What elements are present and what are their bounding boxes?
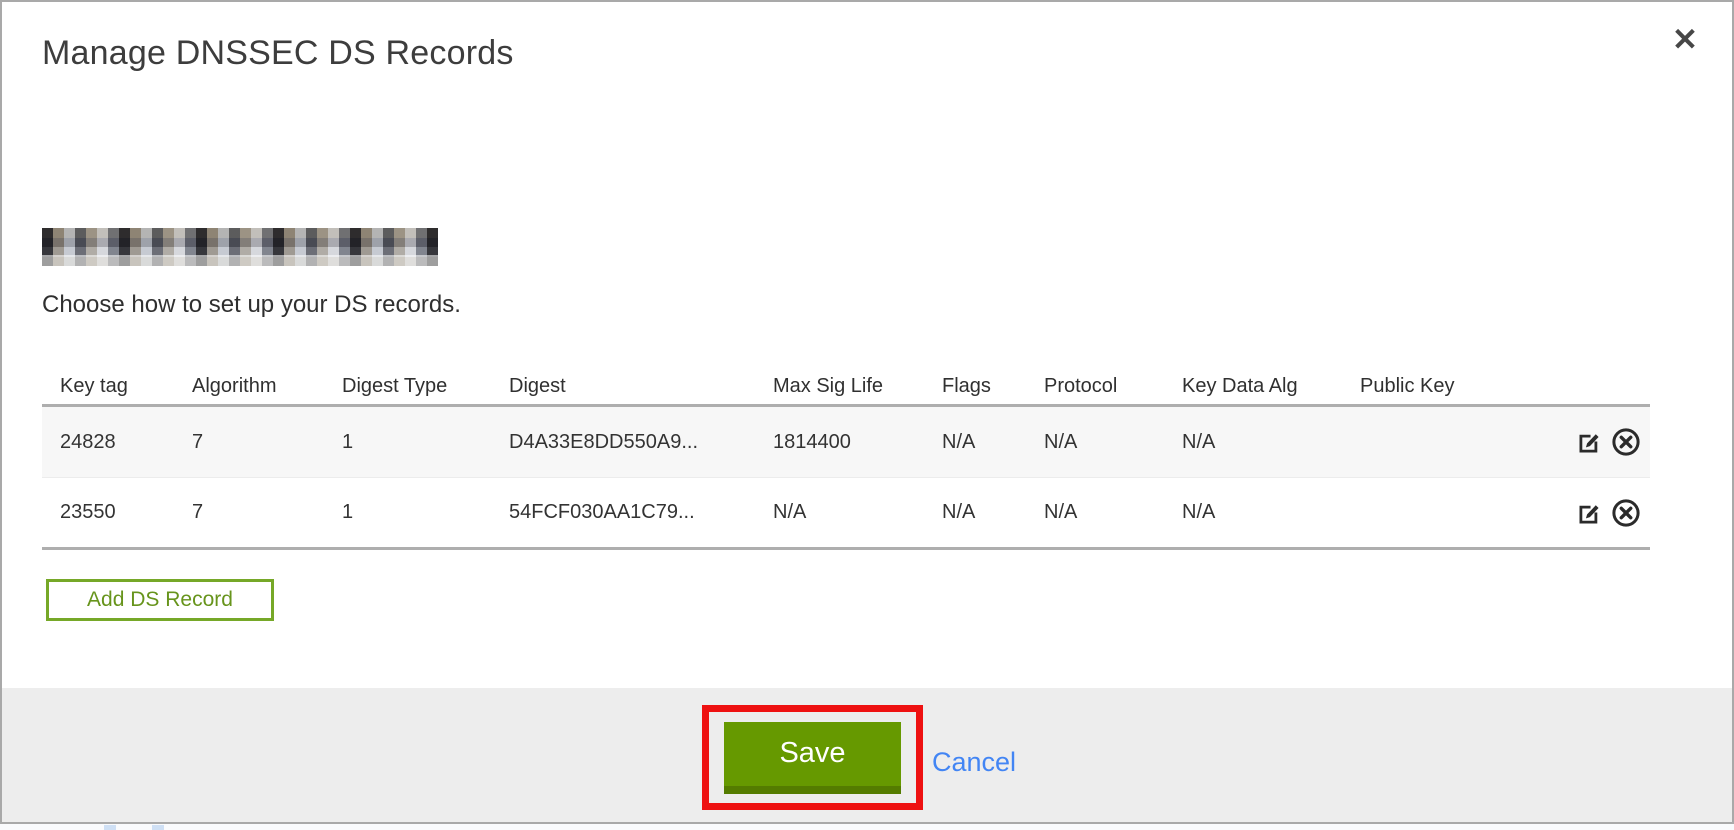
cell-digest: D4A33E8DD550A9...: [509, 431, 773, 454]
column-header-protocol: Protocol: [1044, 375, 1182, 398]
column-header-public-key: Public Key: [1360, 375, 1566, 398]
edit-icon[interactable]: [1574, 426, 1606, 458]
cancel-link[interactable]: Cancel: [932, 747, 1016, 778]
cell-max-sig-life: N/A: [773, 501, 942, 524]
table-body: 24828 7 1 D4A33E8DD550A9... 1814400 N/A …: [42, 404, 1650, 550]
cell-digest-type: 1: [342, 431, 509, 454]
cell-flags: N/A: [942, 431, 1044, 454]
column-header-max-sig-life: Max Sig Life: [773, 375, 942, 398]
cell-algorithm: 7: [192, 431, 342, 454]
ds-records-table: Key tag Algorithm Digest Type Digest Max…: [42, 368, 1650, 550]
background-page-peek: [0, 824, 1734, 830]
close-icon[interactable]: ✕: [1672, 24, 1698, 55]
column-header-flags: Flags: [942, 375, 1044, 398]
background-page-fragment: [152, 825, 164, 830]
column-header-digest-type: Digest Type: [342, 375, 509, 398]
column-header-algorithm: Algorithm: [192, 375, 342, 398]
cell-key-data-alg: N/A: [1182, 501, 1360, 524]
cell-max-sig-life: 1814400: [773, 431, 942, 454]
add-ds-record-button[interactable]: Add DS Record: [46, 579, 274, 621]
cell-digest-type: 1: [342, 501, 509, 524]
delete-icon[interactable]: [1610, 497, 1642, 529]
row-actions: [1566, 426, 1642, 458]
table-row: 23550 7 1 54FCF030AA1C79... N/A N/A N/A …: [42, 477, 1650, 547]
column-header-key-data-alg: Key Data Alg: [1182, 375, 1360, 398]
domain-name-redacted: [42, 228, 438, 266]
background-page-fragment: [104, 825, 116, 830]
annotation-highlight-box: Save: [702, 705, 923, 810]
page-title: Manage DNSSEC DS Records: [42, 34, 514, 73]
cell-protocol: N/A: [1044, 431, 1182, 454]
table-row: 24828 7 1 D4A33E8DD550A9... 1814400 N/A …: [42, 407, 1650, 477]
cell-flags: N/A: [942, 501, 1044, 524]
cell-key-data-alg: N/A: [1182, 431, 1360, 454]
table-header-row: Key tag Algorithm Digest Type Digest Max…: [42, 368, 1650, 404]
delete-icon[interactable]: [1610, 426, 1642, 458]
edit-icon[interactable]: [1574, 497, 1606, 529]
column-header-digest: Digest: [509, 375, 773, 398]
cell-protocol: N/A: [1044, 501, 1182, 524]
save-button[interactable]: Save: [724, 722, 901, 794]
instruction-text: Choose how to set up your DS records.: [42, 291, 461, 319]
column-header-key-tag: Key tag: [60, 375, 192, 398]
cell-digest: 54FCF030AA1C79...: [509, 501, 773, 524]
cell-algorithm: 7: [192, 501, 342, 524]
cell-key-tag: 24828: [60, 431, 192, 454]
dnssec-ds-records-dialog: Manage DNSSEC DS Records ✕ Choose how to…: [0, 0, 1734, 824]
cell-key-tag: 23550: [60, 501, 192, 524]
row-actions: [1566, 497, 1642, 529]
